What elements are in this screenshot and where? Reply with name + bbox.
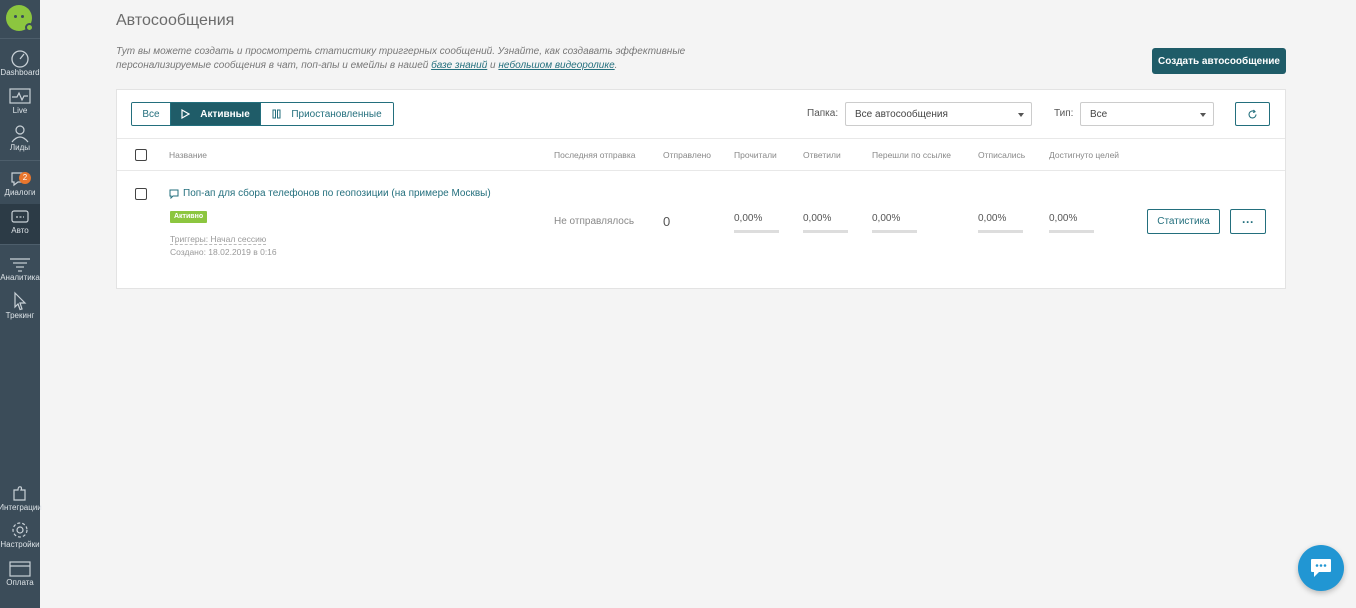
pulse-icon bbox=[9, 88, 31, 104]
type-select-value: Все bbox=[1090, 109, 1108, 120]
online-indicator bbox=[25, 23, 34, 32]
create-auto-message-button[interactable]: Создать автосообщение bbox=[1152, 48, 1286, 74]
logo[interactable] bbox=[6, 5, 34, 32]
row-checkbox[interactable] bbox=[135, 188, 147, 200]
goals-progress-bar bbox=[1049, 230, 1094, 233]
tab-label: Все bbox=[142, 108, 160, 120]
tab-paused[interactable]: Приостановленные bbox=[261, 103, 393, 125]
sidebar-item-label: Настройки bbox=[0, 540, 40, 549]
logo-eye bbox=[21, 15, 24, 18]
folder-select[interactable]: Все автосообщения bbox=[845, 102, 1032, 126]
sidebar-item-label: Оплата bbox=[6, 578, 34, 587]
clicked-percent: 0,00% bbox=[872, 213, 901, 224]
unsubscribed-percent: 0,00% bbox=[978, 213, 1007, 224]
chevron-down-icon bbox=[1018, 113, 1024, 117]
users-icon bbox=[11, 125, 29, 143]
column-header: Прочитали bbox=[734, 150, 777, 160]
replied-percent: 0,00% bbox=[803, 213, 832, 224]
sidebar-divider bbox=[0, 244, 40, 245]
last-sent-value: Не отправлялось bbox=[554, 216, 635, 227]
sidebar-item-dashboard[interactable]: Dashboard bbox=[0, 46, 40, 86]
triggers-info[interactable]: Триггеры: Начал сессию bbox=[170, 234, 267, 245]
sidebar-item-integrations[interactable]: Интеграции bbox=[0, 481, 42, 521]
column-header: Перешли по ссылке bbox=[872, 150, 951, 160]
sidebar-item-label: Аналитика bbox=[0, 273, 40, 282]
sidebar-item-label: Трекинг bbox=[5, 311, 35, 320]
sidebar-divider bbox=[0, 38, 40, 39]
statistics-button[interactable]: Статистика bbox=[1147, 209, 1220, 234]
tab-label: Приостановленные bbox=[291, 108, 382, 120]
tab-label: Активные bbox=[200, 108, 250, 120]
card-icon bbox=[9, 561, 31, 577]
desc-text: . bbox=[614, 60, 618, 71]
status-badge: Активно bbox=[170, 211, 208, 223]
logo-eye bbox=[14, 15, 17, 18]
play-icon bbox=[181, 109, 191, 119]
chat-bubble-icon bbox=[1311, 559, 1331, 577]
chat-widget-button[interactable] bbox=[1298, 545, 1344, 591]
table-header: Название Последняя отправка Отправлено П… bbox=[117, 138, 1285, 171]
select-all-checkbox[interactable] bbox=[135, 149, 147, 161]
created-date: Создано: 18.02.2019 в 0:16 bbox=[170, 247, 277, 257]
folder-select-value: Все автосообщения bbox=[855, 109, 948, 120]
cursor-icon bbox=[14, 291, 27, 311]
sent-count: 0 bbox=[663, 214, 671, 229]
folder-label: Папка: bbox=[807, 108, 839, 119]
sidebar-item-tracking[interactable]: Трекинг bbox=[0, 289, 40, 329]
knowledge-base-link[interactable]: базе знаний bbox=[431, 60, 487, 71]
auto-message-name-link[interactable]: Поп-ап для сбора телефонов по геопозиции… bbox=[169, 188, 491, 199]
type-label: Тип: bbox=[1054, 108, 1074, 119]
sidebar-item-payment[interactable]: Оплата bbox=[0, 556, 40, 596]
sidebar-item-auto[interactable]: Авто bbox=[0, 204, 40, 244]
sidebar-item-settings[interactable]: Настройки bbox=[0, 518, 40, 558]
auto-message-icon bbox=[11, 210, 29, 223]
page-description: Тут вы можете создать и просмотреть стат… bbox=[116, 45, 776, 73]
column-header: Отписались bbox=[978, 150, 1026, 160]
sidebar-item-live[interactable]: Live bbox=[0, 84, 40, 124]
chevron-down-icon bbox=[1200, 113, 1206, 117]
read-progress-bar bbox=[734, 230, 779, 233]
type-select[interactable]: Все bbox=[1080, 102, 1214, 126]
replied-progress-bar bbox=[803, 230, 848, 233]
gauge-icon bbox=[11, 50, 29, 68]
auto-message-name: Поп-ап для сбора телефонов по геопозиции… bbox=[183, 188, 491, 199]
pause-icon bbox=[272, 109, 281, 119]
sidebar-divider bbox=[0, 160, 40, 161]
refresh-button[interactable] bbox=[1235, 102, 1270, 126]
status-filter-tabs: Все Активные Приостановленные bbox=[131, 102, 394, 126]
gear-icon bbox=[12, 522, 28, 538]
auto-messages-panel: Все Активные Приостановленные Папка: Все… bbox=[116, 89, 1286, 289]
goals-percent: 0,00% bbox=[1049, 213, 1078, 224]
page-title: Автосообщения bbox=[116, 12, 235, 29]
sidebar-item-leads[interactable]: Лиды bbox=[0, 121, 40, 161]
column-header: Достигнуто целей bbox=[1049, 150, 1120, 160]
sidebar-item-label: Лиды bbox=[9, 143, 31, 152]
unsubscribed-progress-bar bbox=[978, 230, 1023, 233]
sidebar-item-label: Dashboard bbox=[0, 68, 40, 77]
tab-active[interactable]: Активные bbox=[171, 103, 261, 125]
funnel-icon bbox=[10, 258, 30, 272]
unread-badge: 2 bbox=[19, 172, 31, 184]
sidebar-item-dialogs[interactable]: 2 Диалоги bbox=[0, 166, 40, 206]
puzzle-icon bbox=[13, 486, 26, 501]
sidebar: Dashboard Live Лиды 2 Диалоги Авто Анали… bbox=[0, 0, 42, 608]
column-header: Ответили bbox=[803, 150, 841, 160]
column-header: Последняя отправка bbox=[554, 150, 636, 160]
video-link[interactable]: небольшом видеоролике bbox=[498, 60, 614, 71]
sidebar-item-label: Авто bbox=[11, 226, 29, 235]
sidebar-item-label: Интеграции bbox=[0, 503, 42, 512]
sidebar-item-analytics[interactable]: Аналитика bbox=[0, 251, 40, 291]
popup-icon bbox=[169, 189, 179, 199]
column-header: Отправлено bbox=[663, 150, 711, 160]
sidebar-item-label: Диалоги bbox=[4, 188, 36, 197]
sidebar-item-label: Live bbox=[12, 106, 28, 115]
tab-all[interactable]: Все bbox=[132, 103, 171, 125]
column-header: Название bbox=[169, 150, 207, 160]
desc-text: и bbox=[487, 60, 499, 71]
refresh-icon bbox=[1248, 109, 1257, 118]
more-options-button[interactable]: ··· bbox=[1230, 209, 1266, 234]
clicked-progress-bar bbox=[872, 230, 917, 233]
read-percent: 0,00% bbox=[734, 213, 763, 224]
